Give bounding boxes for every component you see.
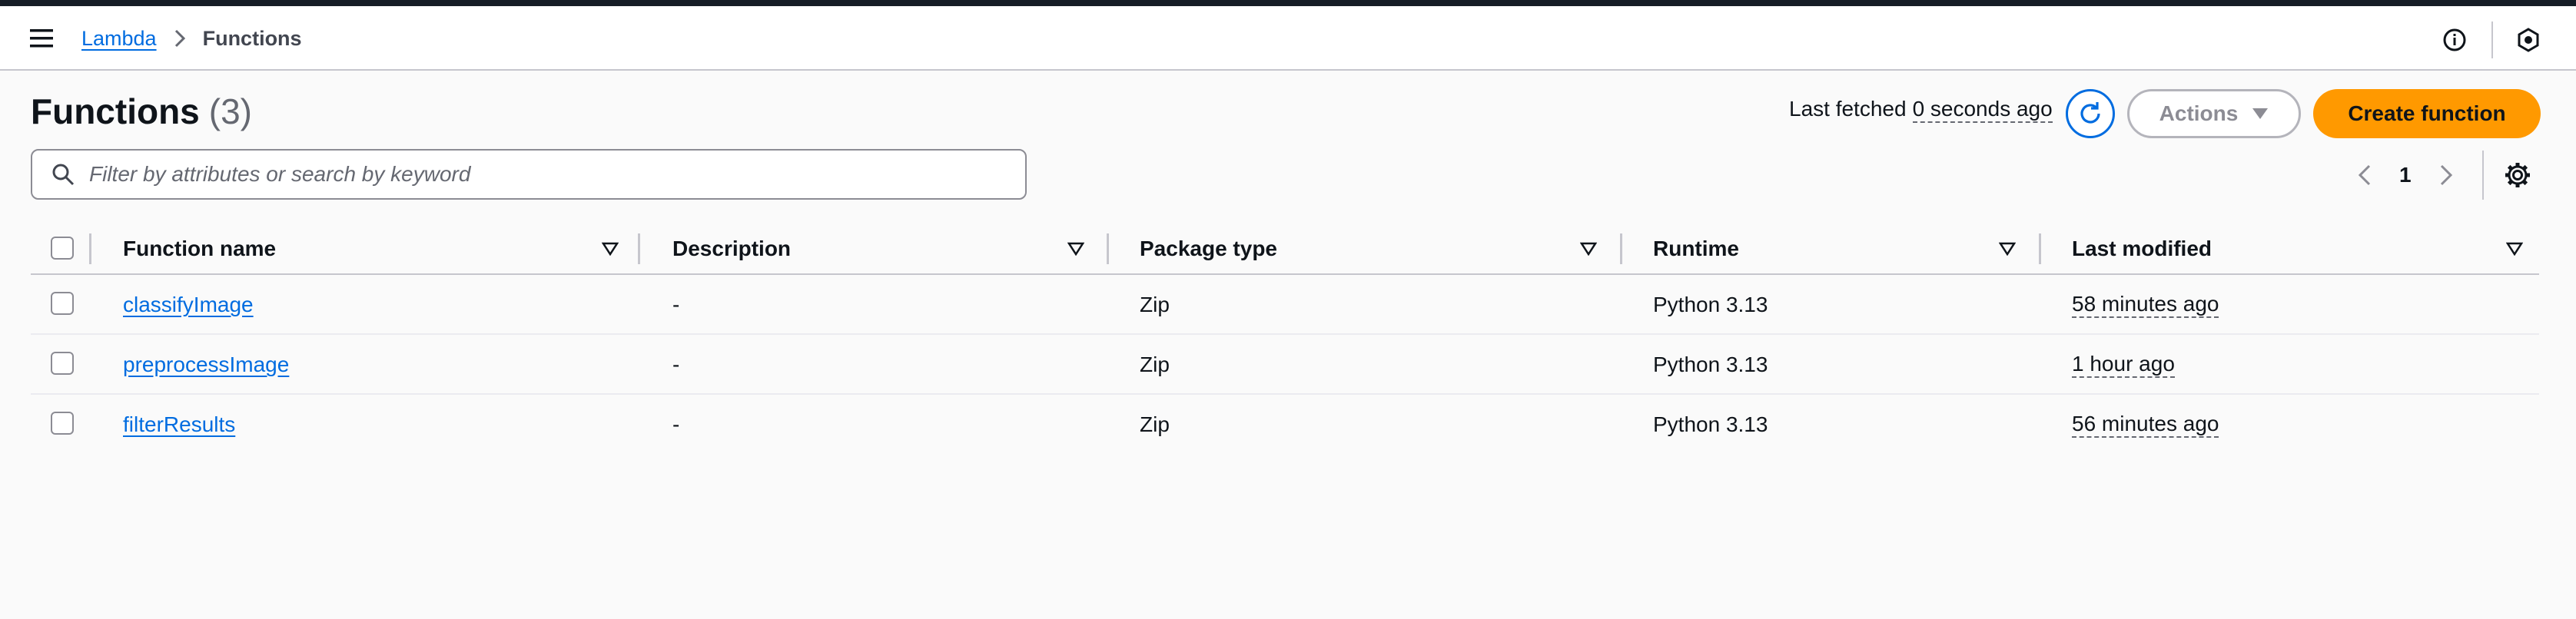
sort-icon[interactable] — [2504, 238, 2525, 260]
row-checkbox[interactable] — [51, 292, 74, 315]
page-title: Functions (3) — [31, 91, 252, 132]
package-type-cell: Zip — [1140, 353, 1170, 376]
header-divider — [2491, 22, 2493, 58]
breadcrumb-functions: Functions — [202, 26, 302, 50]
description-cell: - — [672, 412, 680, 436]
breadcrumb: Lambda Functions — [81, 25, 302, 52]
refresh-icon — [2080, 102, 2100, 124]
last-modified-cell: 58 minutes ago — [2072, 292, 2219, 319]
select-all-checkbox[interactable] — [51, 237, 74, 260]
column-header-description[interactable]: Description — [672, 223, 791, 275]
last-modified-cell: 1 hour ago — [2072, 352, 2175, 379]
column-divider — [89, 233, 91, 264]
sort-icon[interactable] — [1578, 238, 1599, 260]
search-field — [31, 149, 1027, 200]
column-header-last-modified[interactable]: Last modified — [2072, 223, 2212, 275]
last-fetched-value: 0 seconds ago — [1912, 97, 2053, 123]
previous-page-icon[interactable] — [2353, 160, 2376, 190]
description-cell: - — [672, 353, 680, 376]
page-number[interactable]: 1 — [2399, 163, 2412, 187]
chevron-right-icon — [174, 28, 186, 48]
column-header-function-name[interactable]: Function name — [123, 223, 276, 275]
top-bar — [0, 0, 2576, 6]
runtime-cell: Python 3.13 — [1653, 353, 1768, 376]
function-name-link[interactable]: filterResults — [123, 412, 235, 437]
info-icon[interactable] — [2442, 28, 2467, 52]
table-header: Function name Description Package type R… — [31, 223, 2539, 275]
page-title-text: Functions — [31, 91, 200, 131]
breadcrumb-lambda[interactable]: Lambda — [81, 27, 157, 51]
last-fetched: Last fetched 0 seconds ago — [1789, 97, 2053, 123]
table-row: classifyImage - Zip Python 3.13 58 minut… — [31, 275, 2539, 335]
refresh-button[interactable] — [2066, 89, 2115, 138]
runtime-cell: Python 3.13 — [1653, 412, 1768, 436]
table-row: filterResults - Zip Python 3.13 56 minut… — [31, 395, 2539, 455]
column-divider[interactable] — [1107, 233, 1109, 264]
column-divider[interactable] — [1620, 233, 1622, 264]
next-page-icon[interactable] — [2435, 160, 2458, 190]
sort-icon[interactable] — [599, 238, 621, 260]
row-checkbox[interactable] — [51, 412, 74, 435]
create-function-label: Create function — [2348, 101, 2506, 125]
create-function-button[interactable]: Create function — [2313, 89, 2541, 138]
pager-divider — [2482, 151, 2484, 200]
actions-button[interactable]: Actions — [2127, 89, 2301, 138]
description-cell: - — [672, 293, 680, 316]
package-type-cell: Zip — [1140, 412, 1170, 436]
app-header: Lambda Functions — [0, 6, 2576, 71]
function-name-link[interactable]: preprocessImage — [123, 353, 289, 377]
gear-icon[interactable] — [2502, 160, 2533, 190]
column-header-runtime[interactable]: Runtime — [1653, 223, 1739, 275]
pagination: 1 — [2353, 158, 2458, 192]
actions-label: Actions — [2159, 101, 2239, 125]
search-input[interactable] — [88, 161, 1010, 187]
notifications-icon[interactable] — [2516, 28, 2541, 52]
table-row: preprocessImage - Zip Python 3.13 1 hour… — [31, 335, 2539, 395]
caret-down-icon — [2252, 108, 2269, 119]
sort-icon[interactable] — [1997, 238, 2018, 260]
column-divider[interactable] — [638, 233, 640, 264]
function-name-link[interactable]: classifyImage — [123, 293, 254, 317]
sort-icon[interactable] — [1065, 238, 1087, 260]
column-header-package-type[interactable]: Package type — [1140, 223, 1277, 275]
search-icon — [49, 161, 77, 188]
row-checkbox[interactable] — [51, 352, 74, 375]
function-count: (3) — [208, 91, 252, 131]
last-fetched-label: Last fetched — [1789, 97, 1907, 121]
last-modified-cell: 56 minutes ago — [2072, 412, 2219, 439]
package-type-cell: Zip — [1140, 293, 1170, 316]
column-divider[interactable] — [2039, 233, 2041, 264]
menu-icon[interactable] — [28, 25, 55, 52]
functions-table: Function name Description Package type R… — [31, 223, 2539, 455]
runtime-cell: Python 3.13 — [1653, 293, 1768, 316]
